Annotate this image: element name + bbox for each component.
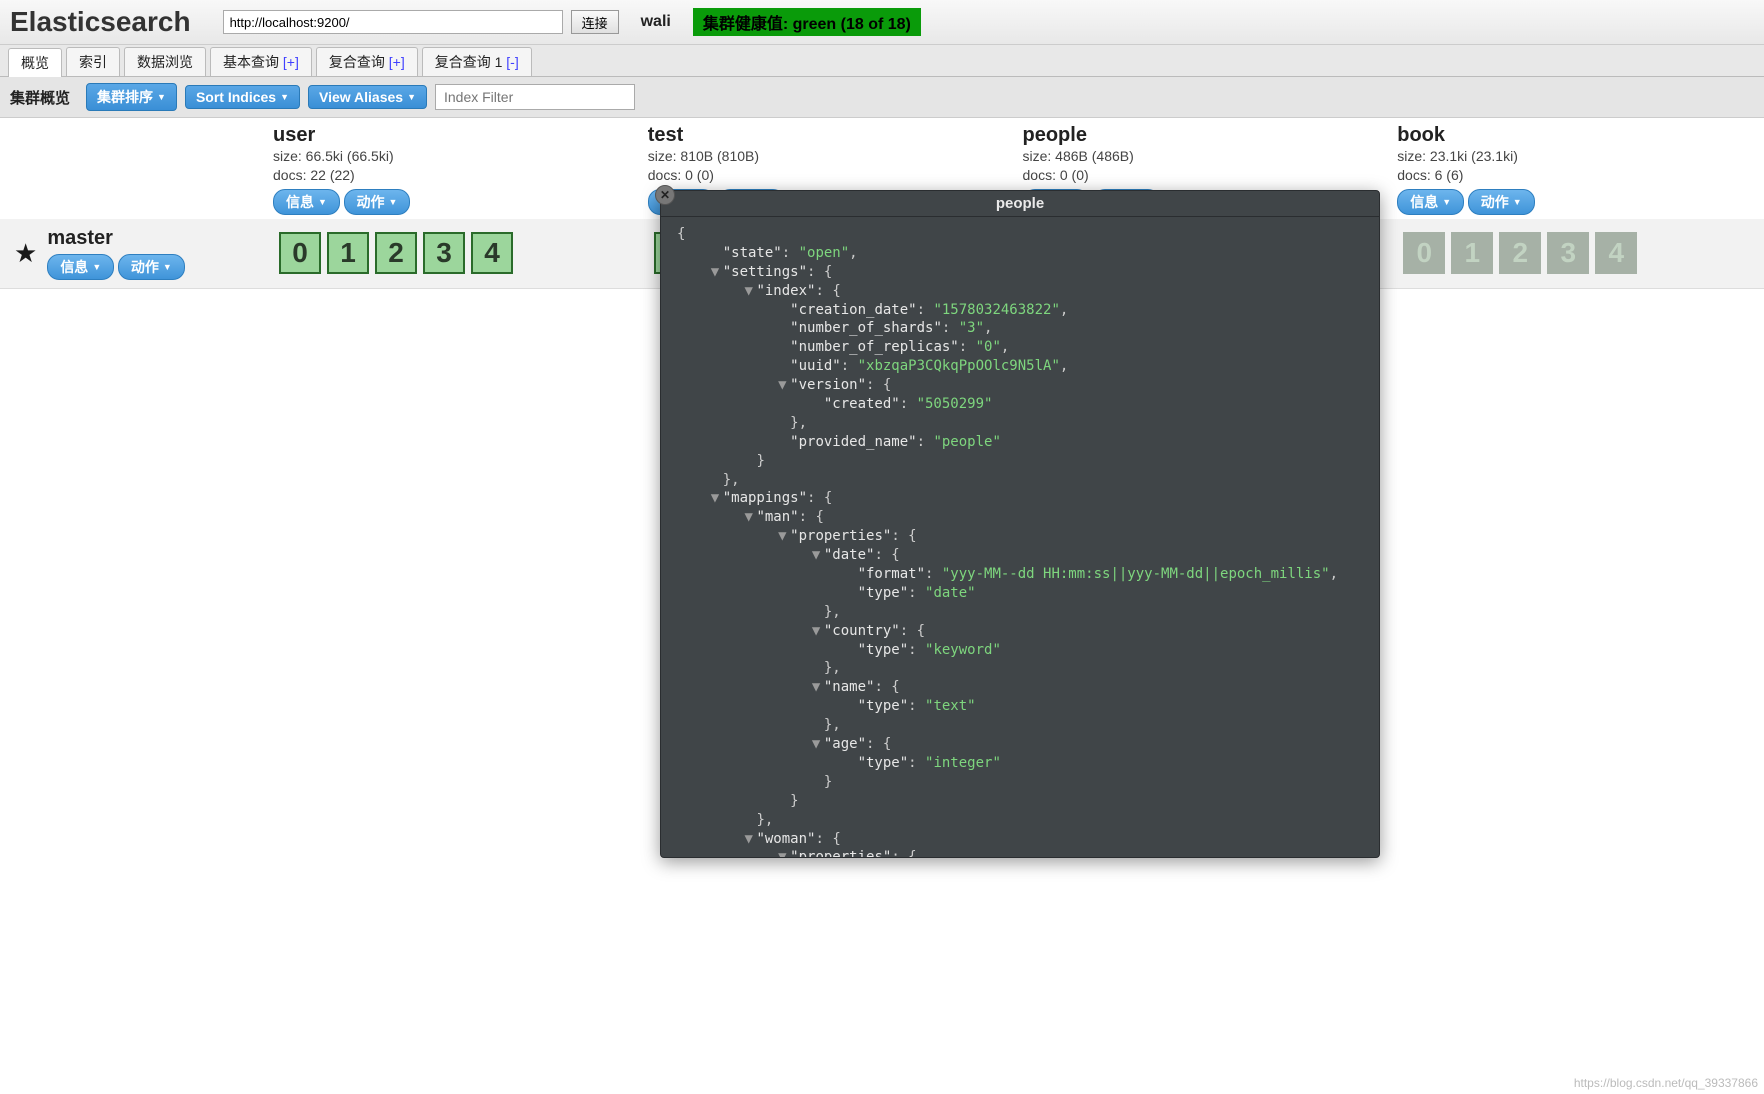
- index-info-button[interactable]: 信息: [1397, 189, 1464, 215]
- shard[interactable]: 3: [1547, 232, 1589, 274]
- shard-cell: 01234: [265, 228, 640, 278]
- star-icon: ★: [14, 238, 37, 269]
- shard[interactable]: 4: [1595, 232, 1637, 274]
- tab-1[interactable]: 索引: [66, 47, 120, 76]
- index-size: size: 486B (486B): [1023, 147, 1382, 166]
- index-size: size: 810B (810B): [648, 147, 1007, 166]
- index-header: user size: 66.5ki (66.5ki) docs: 22 (22)…: [265, 118, 640, 219]
- shard[interactable]: 0: [1403, 232, 1445, 274]
- tab-3[interactable]: 基本查询 [+]: [210, 47, 312, 76]
- index-filter-input[interactable]: [435, 84, 635, 110]
- sort-indices-button[interactable]: Sort Indices: [185, 85, 300, 109]
- index-action-button[interactable]: 动作: [1468, 189, 1535, 215]
- node-info-button[interactable]: 信息: [47, 254, 114, 280]
- shard[interactable]: 2: [1499, 232, 1541, 274]
- shard[interactable]: 2: [375, 232, 417, 274]
- index-docs: docs: 22 (22): [273, 166, 632, 185]
- shard-cell: 01234: [1389, 228, 1764, 278]
- view-aliases-button[interactable]: View Aliases: [308, 85, 427, 109]
- index-header: book size: 23.1ki (23.1ki) docs: 6 (6) 信…: [1389, 118, 1764, 219]
- connect-button[interactable]: 连接: [571, 10, 619, 34]
- shard[interactable]: 0: [279, 232, 321, 274]
- index-name[interactable]: book: [1397, 124, 1756, 147]
- url-input[interactable]: [223, 10, 563, 34]
- dialog-title: people: [661, 191, 1379, 217]
- tab-4[interactable]: 复合查询 [+]: [316, 47, 418, 76]
- shard[interactable]: 1: [327, 232, 369, 274]
- tab-0[interactable]: 概览: [8, 48, 62, 77]
- app-title: Elasticsearch: [10, 6, 191, 38]
- index-info-button[interactable]: 信息: [273, 189, 340, 215]
- index-name[interactable]: people: [1023, 124, 1382, 147]
- index-docs: docs: 0 (0): [1023, 166, 1382, 185]
- shard[interactable]: 4: [471, 232, 513, 274]
- cluster-name: wali: [641, 13, 671, 31]
- index-action-button[interactable]: 动作: [344, 189, 411, 215]
- node-name: master: [47, 227, 184, 250]
- index-size: size: 66.5ki (66.5ki): [273, 147, 632, 166]
- health-badge: 集群健康值: green (18 of 18): [693, 8, 921, 36]
- index-docs: docs: 6 (6): [1397, 166, 1756, 185]
- topbar: Elasticsearch 连接 wali 集群健康值: green (18 o…: [0, 0, 1764, 45]
- shard[interactable]: 3: [423, 232, 465, 274]
- node-action-button[interactable]: 动作: [118, 254, 185, 280]
- json-body: { "state": "open", ▼"settings": { ▼"inde…: [661, 217, 1379, 857]
- index-name[interactable]: user: [273, 124, 632, 147]
- shard[interactable]: 1: [1451, 232, 1493, 274]
- toolbar: 集群概览 集群排序 Sort Indices View Aliases: [0, 77, 1764, 118]
- index-name[interactable]: test: [648, 124, 1007, 147]
- watermark: https://blog.csdn.net/qq_39337866: [1574, 1076, 1758, 1090]
- index-docs: docs: 0 (0): [648, 166, 1007, 185]
- index-size: size: 23.1ki (23.1ki): [1397, 147, 1756, 166]
- index-detail-dialog: ✕ people { "state": "open", ▼"settings":…: [660, 190, 1380, 858]
- tab-5[interactable]: 复合查询 1 [-]: [422, 47, 532, 76]
- overview-label: 集群概览: [10, 87, 70, 108]
- tabs: 概览索引数据浏览基本查询 [+]复合查询 [+]复合查询 1 [-]: [0, 45, 1764, 77]
- tab-2[interactable]: 数据浏览: [124, 47, 206, 76]
- cluster-sort-button[interactable]: 集群排序: [86, 83, 177, 111]
